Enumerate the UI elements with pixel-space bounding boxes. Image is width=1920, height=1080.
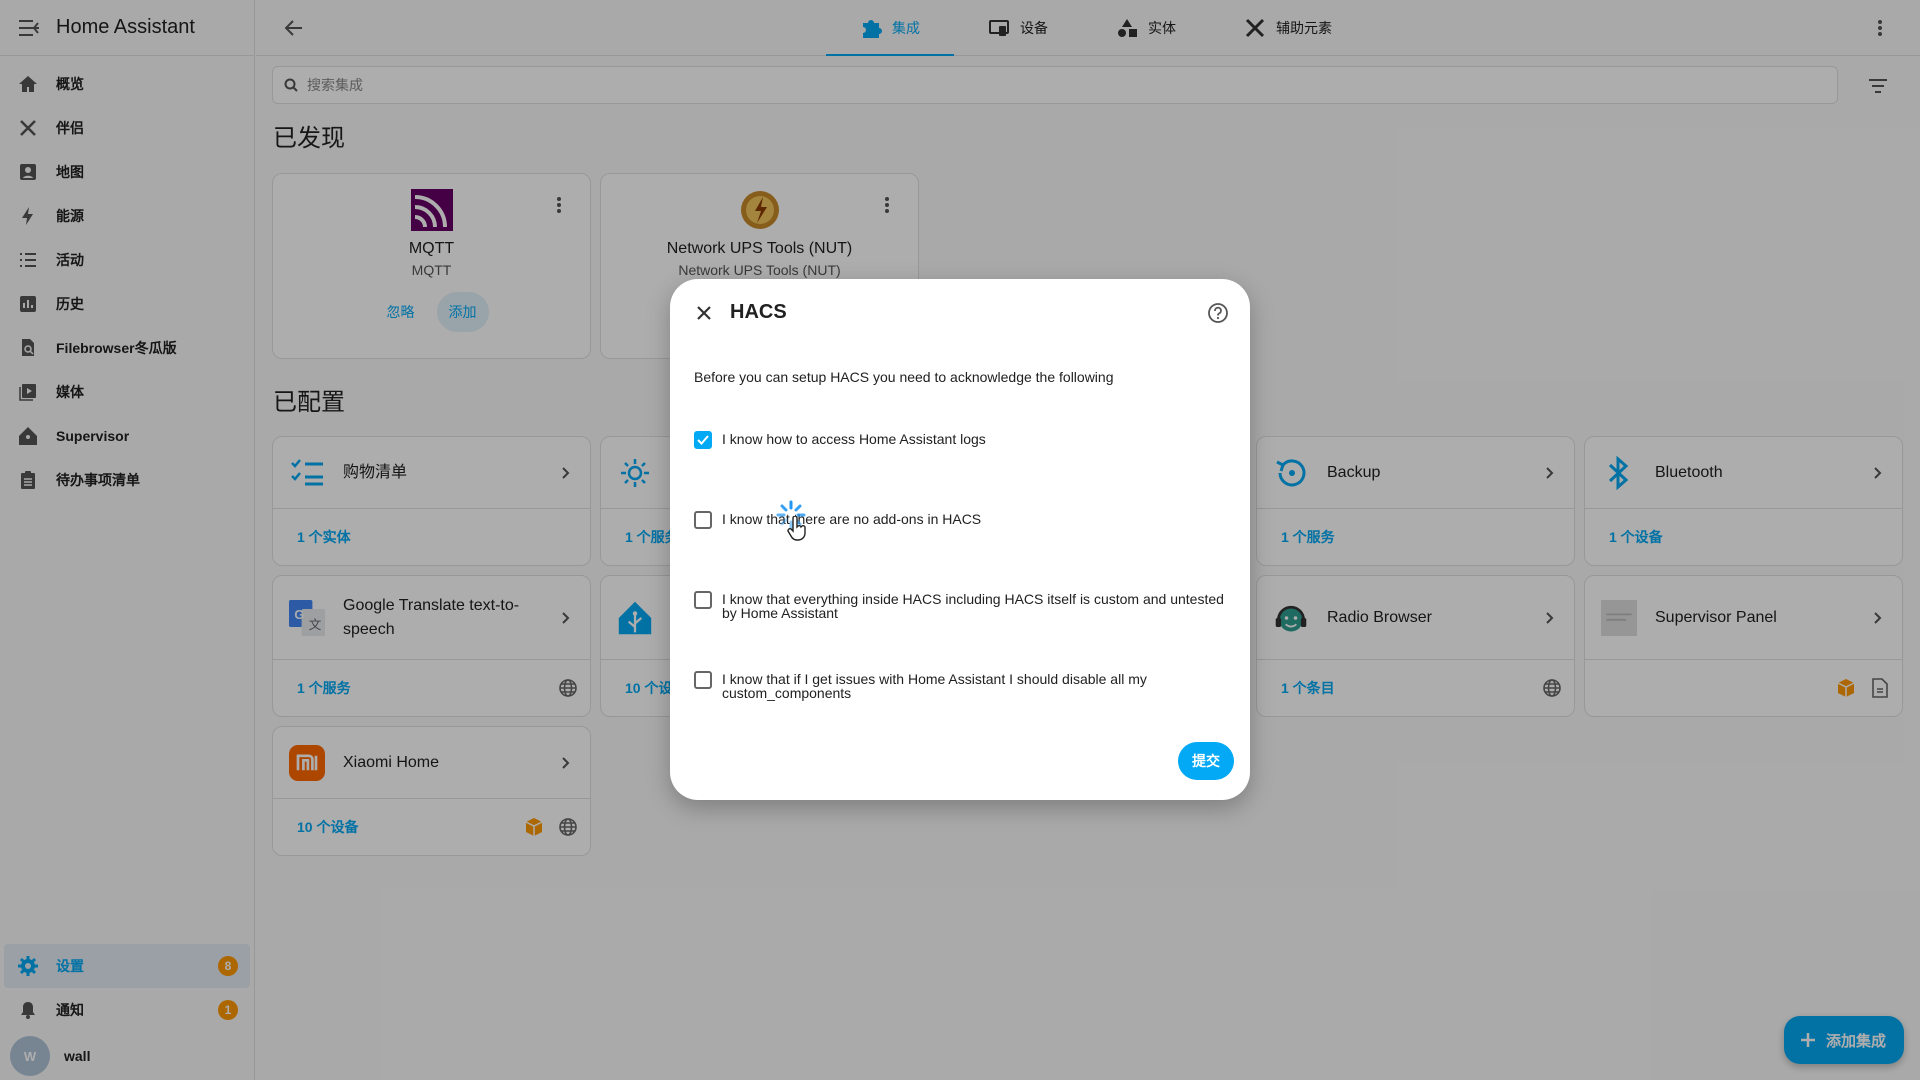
ack-checkbox-addons[interactable]: I know that there are no add-ons in HACS [694,511,1224,529]
ack-label: I know that there are no add-ons in HACS [722,511,982,527]
checkbox-checked[interactable] [694,431,712,449]
dialog-title: HACS [730,301,787,323]
checkbox-unchecked[interactable] [694,591,712,609]
hand-cursor-icon [787,516,806,541]
ack-label: I know how to access Home Assistant logs [722,431,986,447]
dialog-intro: Before you can setup HACS you need to ac… [694,369,1114,385]
close-icon[interactable] [692,301,716,325]
ack-label: I know that everything inside HACS inclu… [722,591,1224,621]
checkbox-unchecked[interactable] [694,671,712,689]
hacs-dialog: HACS Before you can setup HACS you need … [670,279,1250,800]
help-circle-icon[interactable] [1206,301,1230,325]
ack-checkbox-logs[interactable]: I know how to access Home Assistant logs [694,431,1224,449]
ack-checkbox-custom[interactable]: I know that everything inside HACS inclu… [694,591,1224,621]
submit-button[interactable]: 提交 [1178,742,1234,780]
ack-checkbox-disable-components[interactable]: I know that if I get issues with Home As… [694,671,1224,701]
ack-label: I know that if I get issues with Home As… [722,671,1147,701]
checkbox-unchecked[interactable] [694,511,712,529]
